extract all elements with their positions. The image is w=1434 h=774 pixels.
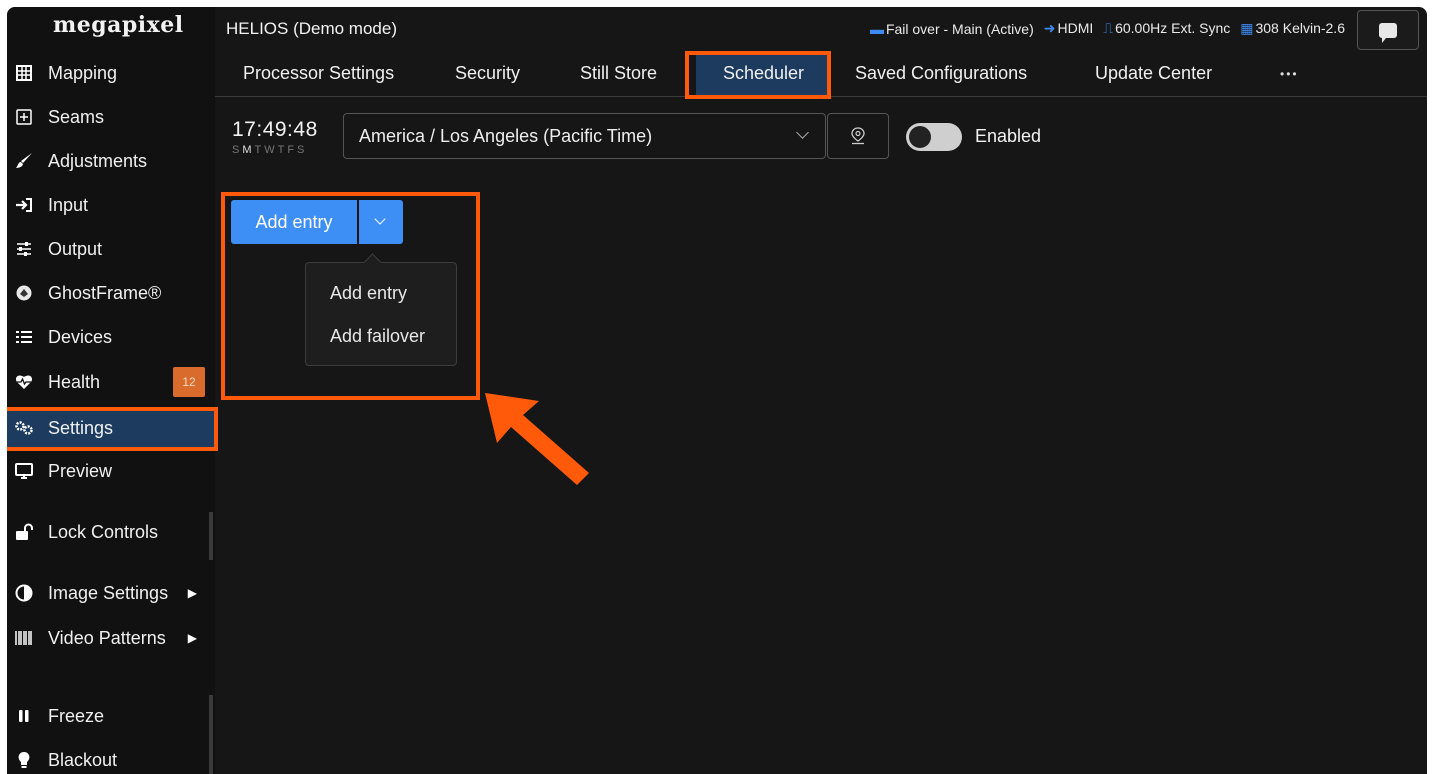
map-marker-icon <box>851 127 865 145</box>
timezone-select[interactable]: America / Los Angeles (Pacific Time) <box>343 113 826 159</box>
barcode-icon <box>14 628 34 648</box>
sidebar-scrollbar[interactable] <box>209 512 213 560</box>
caret-right-icon: ▶ <box>187 586 197 600</box>
grid-icon <box>14 63 34 83</box>
sidebar-item-label: Image Settings <box>48 582 169 603</box>
sidebar-item-label: Blackout <box>48 749 118 770</box>
sync-status: ⎍ 60.00Hz Ext. Sync <box>1103 20 1231 36</box>
chat-icon <box>1379 22 1397 43</box>
sidebar: megapixel Mapping Seams Adjustments Inpu… <box>7 7 215 774</box>
sidebar-item-video-patterns[interactable]: Video Patterns ▶ <box>7 618 215 658</box>
highlight-add-entry-area <box>221 192 480 400</box>
failover-status: ▬ Fail over - Main (Active) <box>869 20 1034 37</box>
pointer-arrow-icon <box>485 393 589 485</box>
pause-icon <box>14 706 34 726</box>
tab-saved-configurations[interactable]: Saved Configurations <box>855 63 1027 84</box>
weekday-indicator: SMTWTFS <box>232 144 308 156</box>
locate-timezone-button[interactable] <box>827 113 889 159</box>
enabled-label: Enabled <box>975 126 1042 146</box>
current-time: 17:49:48 <box>232 118 318 141</box>
sidebar-scrollbar[interactable] <box>209 695 213 774</box>
unlock-icon <box>14 522 34 542</box>
sidebar-item-label: Adjustments <box>48 150 148 171</box>
contrast-icon <box>14 583 34 603</box>
sidebar-item-output[interactable]: Output <box>7 229 215 269</box>
heartbeat-icon <box>14 372 34 392</box>
toggle-knob <box>909 126 931 148</box>
sidebar-item-label: Mapping <box>48 62 118 83</box>
health-count-badge: 12 <box>173 367 205 397</box>
list-icon <box>14 327 34 347</box>
sidebar-item-blackout[interactable]: Blackout <box>7 740 215 774</box>
sidebar-item-label: Devices <box>48 326 113 347</box>
sidebar-item-label: Output <box>48 238 103 259</box>
sidebar-item-preview[interactable]: Preview <box>7 451 215 491</box>
timezone-value: America / Los Angeles (Pacific Time) <box>359 125 653 146</box>
sidebar-item-mapping[interactable]: Mapping <box>7 53 215 93</box>
sign-in-icon <box>14 195 34 215</box>
chevron-down-icon <box>796 126 809 139</box>
tab-still-store[interactable]: Still Store <box>580 63 657 84</box>
sidebar-item-ghostframe[interactable]: GhostFrame® <box>7 273 215 313</box>
sidebar-item-label: Preview <box>48 460 113 481</box>
tab-security[interactable]: Security <box>455 63 520 84</box>
tab-update-center[interactable]: Update Center <box>1095 63 1212 84</box>
app-title: HELIOS (Demo mode) <box>226 19 397 38</box>
bulb-icon <box>14 750 34 770</box>
tab-processor-settings[interactable]: Processor Settings <box>243 63 394 84</box>
highlight-scheduler-tab <box>685 51 831 99</box>
monitor-icon <box>14 461 34 481</box>
sidebar-item-label: Health <box>48 371 101 392</box>
more-tabs-icon[interactable]: ••• <box>1280 67 1299 81</box>
output-status: ▦ 308 Kelvin-2.6 <box>1240 20 1345 36</box>
top-bar: HELIOS (Demo mode) ▬ Fail over - Main (Ac… <box>215 7 1427 53</box>
sidebar-item-label: GhostFrame® <box>48 282 162 303</box>
ghostframe-icon <box>14 283 34 303</box>
sliders-icon <box>14 239 34 259</box>
caret-right-icon: ▶ <box>187 631 197 645</box>
sidebar-item-health[interactable]: Health 12 <box>7 362 215 402</box>
chat-button[interactable] <box>1357 10 1419 50</box>
sidebar-item-image-settings[interactable]: Image Settings ▶ <box>7 573 215 613</box>
brush-icon <box>14 151 34 171</box>
sidebar-item-devices[interactable]: Devices <box>7 317 215 357</box>
sign-in-icon: ➜ <box>1043 20 1056 36</box>
input-status: ➜ HDMI <box>1043 20 1094 36</box>
highlight-settings <box>7 407 218 451</box>
sidebar-item-freeze[interactable]: Freeze <box>7 696 215 736</box>
sidebar-item-input[interactable]: Input <box>7 185 215 225</box>
sidebar-item-label: Input <box>48 194 89 215</box>
sidebar-item-seams[interactable]: Seams <box>7 97 215 137</box>
sidebar-item-adjustments[interactable]: Adjustments <box>7 141 215 181</box>
enabled-toggle[interactable] <box>906 123 962 151</box>
sidebar-item-label: Video Patterns <box>48 627 166 648</box>
pulse-icon: ⎍ <box>1103 20 1114 36</box>
sidebar-item-lock-controls[interactable]: Lock Controls <box>7 512 215 552</box>
app-window: megapixel Mapping Seams Adjustments Inpu… <box>7 7 1427 774</box>
sidebar-item-label: Lock Controls <box>48 521 159 542</box>
sidebar-item-label: Freeze <box>48 705 105 726</box>
status-bar: ▬ Fail over - Main (Active) ➜ HDMI ⎍ 60.00H… <box>870 20 1345 37</box>
logo: megapixel <box>53 12 184 38</box>
grid-icon: ▦ <box>1240 20 1254 36</box>
plus-square-icon <box>14 107 34 127</box>
server-icon: ▬ <box>869 20 884 37</box>
sidebar-item-label: Seams <box>48 106 105 127</box>
